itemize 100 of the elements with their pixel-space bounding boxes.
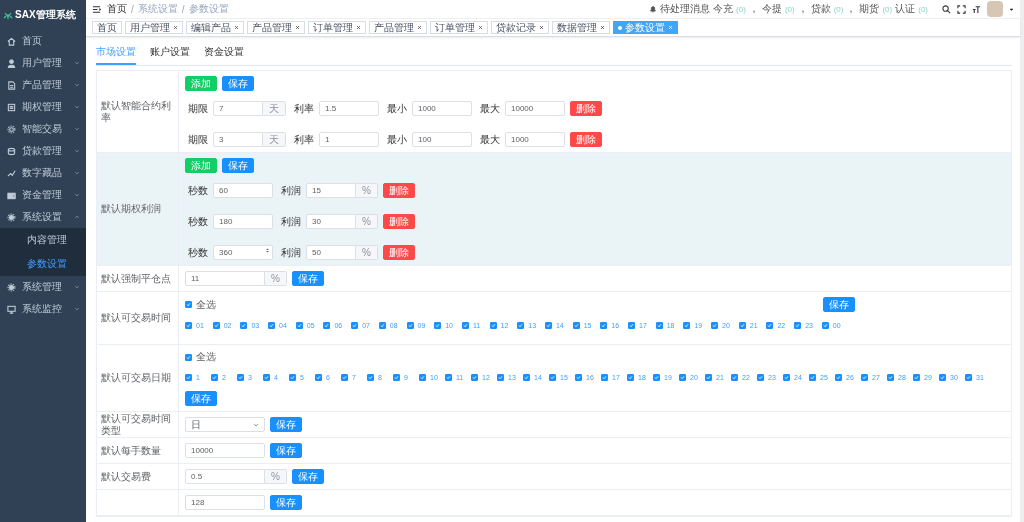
checkbox[interactable] [461, 322, 469, 329]
checkbox[interactable] [497, 374, 504, 381]
checkbox[interactable] [185, 353, 192, 361]
tab-tag[interactable]: 产品管理 [369, 21, 427, 34]
checkbox[interactable] [263, 374, 270, 381]
tab-tag[interactable]: 用户管理 [125, 21, 183, 34]
checkbox[interactable] [575, 374, 582, 381]
checkbox[interactable] [783, 374, 790, 381]
checkbox[interactable] [289, 374, 296, 381]
input-field[interactable]: 180 [213, 214, 273, 229]
checkbox[interactable] [705, 374, 712, 381]
input-field[interactable]: 30 [306, 214, 356, 229]
input-field[interactable]: 3 [213, 132, 263, 147]
close-icon[interactable] [234, 25, 239, 30]
checkbox[interactable] [809, 374, 816, 381]
input-field[interactable]: 10000 [505, 101, 565, 116]
checkbox[interactable] [240, 322, 248, 329]
checkbox[interactable] [835, 374, 842, 381]
checkbox[interactable] [711, 322, 719, 329]
checkbox[interactable] [861, 374, 868, 381]
tab-tag[interactable]: 首页 [92, 21, 122, 34]
checkbox[interactable] [419, 374, 426, 381]
checkbox[interactable] [653, 374, 660, 381]
checkbox[interactable] [523, 374, 530, 381]
checkbox[interactable] [601, 374, 608, 381]
tab[interactable]: 账户设置 [150, 43, 190, 65]
checkbox[interactable] [628, 322, 635, 329]
input-field[interactable]: 100 [412, 132, 472, 147]
checkbox[interactable] [341, 374, 348, 381]
checkbox[interactable] [738, 322, 746, 329]
checkbox[interactable] [821, 322, 829, 329]
checkbox[interactable] [965, 374, 972, 381]
input-field[interactable]: 1000 [412, 101, 472, 116]
close-icon[interactable] [478, 25, 483, 30]
checkbox[interactable] [445, 374, 452, 381]
sidebar-item[interactable]: 贷款管理 [0, 140, 86, 162]
sidebar-item[interactable]: 用户管理 [0, 52, 86, 74]
sidebar-item[interactable]: 数字藏品 [0, 162, 86, 184]
sidebar-item[interactable]: 系统管理 [0, 276, 86, 298]
close-icon[interactable] [295, 25, 300, 30]
input-field[interactable]: 15 [306, 183, 356, 198]
close-icon[interactable] [539, 25, 544, 30]
avatar[interactable] [987, 1, 1003, 17]
checkbox[interactable] [544, 322, 552, 329]
input-field[interactable]: 360 [213, 245, 273, 260]
tab[interactable]: 资金设置 [204, 43, 244, 65]
checkbox[interactable] [939, 374, 946, 381]
checkbox[interactable] [268, 322, 276, 329]
tab-tag[interactable]: 产品管理 [247, 21, 305, 34]
spinner-arrows-icon[interactable] [265, 247, 270, 254]
checkbox[interactable] [887, 374, 894, 381]
checkbox[interactable] [406, 322, 414, 329]
tab-tag[interactable]: 贷款记录 [491, 21, 549, 34]
tab-tag[interactable]: 订单管理 [308, 21, 366, 34]
select-field[interactable]: 日 [185, 417, 265, 432]
input-field[interactable]: 7 [213, 101, 263, 116]
sidebar-subitem[interactable]: 参数设置 [0, 252, 86, 276]
close-icon[interactable] [356, 25, 361, 30]
checkbox[interactable] [295, 322, 303, 329]
checkbox[interactable] [683, 322, 691, 329]
checkbox[interactable] [393, 374, 400, 381]
checkbox[interactable] [517, 322, 525, 329]
close-icon[interactable] [600, 25, 605, 30]
checkbox[interactable] [913, 374, 920, 381]
checkbox[interactable] [323, 322, 331, 329]
sidebar-item[interactable]: 系统设置 [0, 206, 86, 228]
sidebar-subitem[interactable]: 内容管理 [0, 228, 86, 252]
sidebar-item[interactable]: 首页 [0, 30, 86, 52]
checkbox[interactable] [655, 322, 663, 329]
checkbox[interactable] [434, 322, 442, 329]
close-icon[interactable] [173, 25, 178, 30]
checkbox[interactable] [679, 374, 686, 381]
sidebar-item[interactable]: 系统监控 [0, 298, 86, 320]
input-field[interactable]: 1000 [505, 132, 565, 147]
checkbox[interactable] [212, 322, 220, 329]
checkbox[interactable] [766, 322, 774, 329]
breadcrumb-item[interactable]: 首页 [107, 2, 127, 16]
close-icon[interactable] [417, 25, 422, 30]
input-field[interactable]: 11 [185, 271, 265, 286]
checkbox[interactable] [351, 322, 359, 329]
checkbox[interactable] [185, 374, 192, 381]
checkbox[interactable] [549, 374, 556, 381]
checkbox[interactable] [731, 374, 738, 381]
sidebar-item[interactable]: 期权管理 [0, 96, 86, 118]
checkbox[interactable] [572, 322, 580, 329]
tab-tag[interactable]: 订单管理 [430, 21, 488, 34]
input-field[interactable]: 50 [306, 245, 356, 260]
tab-tag[interactable]: 编辑产品 [186, 21, 244, 34]
checkbox[interactable] [378, 322, 386, 329]
checkbox[interactable] [489, 322, 497, 329]
checkbox[interactable] [315, 374, 322, 381]
sidebar-item[interactable]: 资金管理 [0, 184, 86, 206]
tab-tag[interactable]: 数据管理 [552, 21, 610, 34]
checkbox[interactable] [367, 374, 374, 381]
checkbox[interactable] [185, 301, 192, 308]
checkbox[interactable] [185, 322, 192, 329]
checkbox[interactable] [211, 374, 218, 381]
input-field[interactable]: 1 [319, 132, 379, 147]
checkbox[interactable] [757, 374, 764, 381]
input-field[interactable]: 10000 [185, 443, 265, 458]
